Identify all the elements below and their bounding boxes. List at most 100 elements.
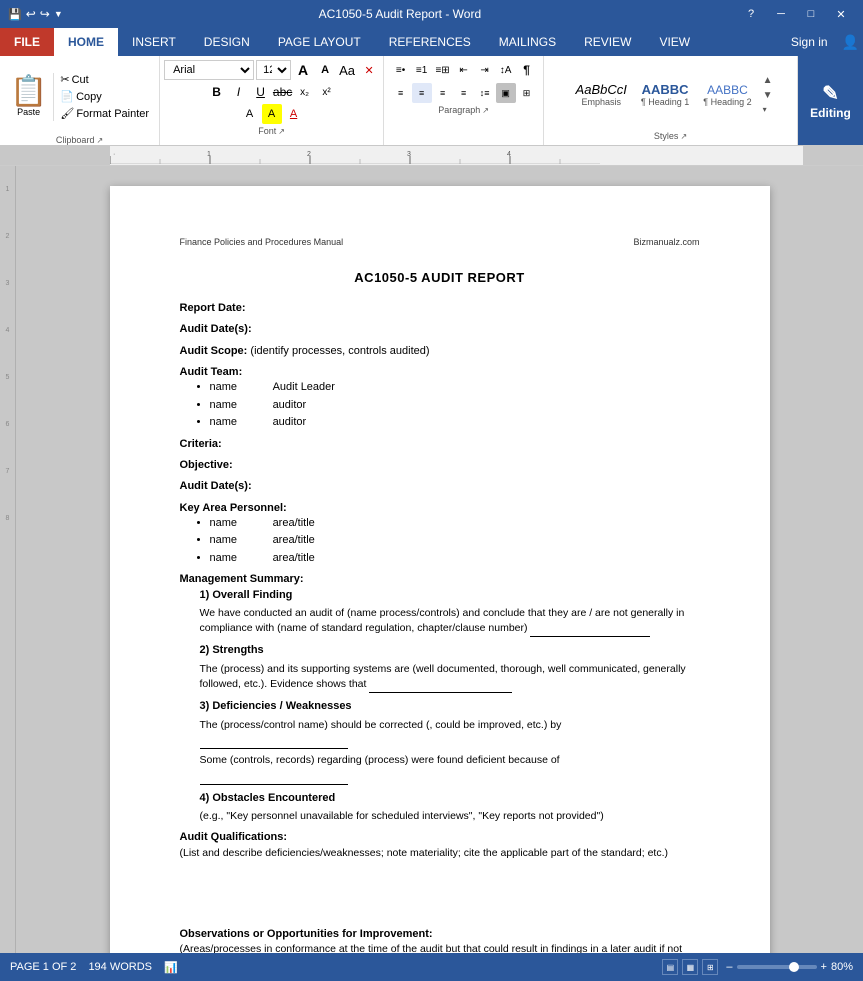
zoom-thumb[interactable] [789,962,799,972]
change-case-button[interactable]: Aa [337,60,357,80]
vertical-ruler: 1 2 3 4 5 6 7 8 [0,166,16,953]
tab-review[interactable]: REVIEW [570,28,645,56]
align-right-button[interactable]: ≡ [433,83,453,103]
align-left-button[interactable]: ≡ [391,83,411,103]
tab-file[interactable]: FILE [0,28,54,56]
obstacles-text: (e.g., "Key personnel unavailable for sc… [200,809,700,824]
font-expand-icon[interactable]: ↗ [278,127,285,136]
document-area[interactable]: Finance Policies and Procedures Manual B… [16,166,863,953]
user-icon: 👤 [838,34,863,51]
maximize-button[interactable]: □ [797,0,825,28]
style-heading2[interactable]: AABBC ¶ Heading 2 [696,61,758,129]
tab-page-layout[interactable]: PAGE LAYOUT [264,28,375,56]
sign-in-link[interactable]: Sign in [781,35,838,49]
word-count-icon[interactable]: 📊 [164,961,178,974]
shrink-font-button[interactable]: A [315,60,335,80]
paragraph-group-label: Paragraph ↗ [438,105,489,115]
font-color-button[interactable]: A [284,104,304,124]
font-size-selector[interactable]: 12 [256,60,291,80]
paste-icon: 📋 [10,77,47,107]
underline-button[interactable]: U [251,82,271,102]
font-name-row: Arial 12 A A Aa ✕ [164,60,379,80]
strikethrough-button[interactable]: abc [273,82,293,102]
read-mode-view[interactable]: ▦ [682,959,698,975]
format-painter-button[interactable]: 🖌 Format Painter [58,106,151,121]
redo-icon[interactable]: ↪ [40,7,50,21]
multilevel-list-button[interactable]: ≡⊞ [433,60,453,80]
close-button[interactable]: ✕ [827,0,855,28]
tab-design[interactable]: DESIGN [190,28,264,56]
justify-button[interactable]: ≡ [454,83,474,103]
style-heading1[interactable]: AABBC ¶ Heading 1 [634,61,696,129]
strengths-text: The (process) and its supporting systems… [200,662,700,693]
style-emphasis[interactable]: AaBbCcI Emphasis [569,61,634,129]
subscript-button[interactable]: x₂ [295,82,315,102]
deficiencies-heading: 3) Deficiencies / Weaknesses [200,699,700,714]
title-bar: 💾 ↩ ↪ ▼ AC1050-5 Audit Report - Word ? ─… [0,0,863,28]
criteria-row: Criteria: [180,437,700,452]
audit-scope-label: Audit Scope: [180,345,248,357]
tab-home[interactable]: HOME [54,28,118,56]
ruler-scale: 1 2 3 4 · [110,146,863,165]
help-button[interactable]: ? [737,0,765,28]
svg-text:2: 2 [307,151,311,158]
overall-finding-heading: 1) Overall Finding [200,588,700,603]
svg-text:4: 4 [507,151,511,158]
paste-label: Paste [17,107,40,117]
copy-button[interactable]: 📄 Copy [58,89,151,104]
zoom-in-button[interactable]: + [821,961,827,973]
numbered-list-button[interactable]: ≡1 [412,60,432,80]
show-marks-button[interactable]: ¶ [517,60,537,80]
obstacles-heading: 4) Obstacles Encountered [200,791,700,806]
shading-button[interactable]: ▣ [496,83,516,103]
italic-button[interactable]: I [229,82,249,102]
sort-button[interactable]: ↕A [496,60,516,80]
tab-mailings[interactable]: MAILINGS [485,28,570,56]
style-emphasis-name: Emphasis [581,97,621,107]
increase-indent-button[interactable]: ⇥ [475,60,495,80]
ruler-right-margin [803,146,863,165]
audit-scope-text: (identify processes, controls audited) [250,345,429,357]
styles-expand-icon[interactable]: ↗ [680,132,687,141]
line-spacing-button[interactable]: ↕≡ [475,83,495,103]
zoom-out-button[interactable]: – [726,961,732,973]
tab-references[interactable]: REFERENCES [375,28,485,56]
zoom-slider[interactable] [737,965,817,969]
page-info: PAGE 1 OF 2 [10,961,76,973]
text-highlight-button[interactable]: A [262,104,282,124]
superscript-button[interactable]: x² [317,82,337,102]
bold-button[interactable]: B [207,82,227,102]
paragraph-expand-icon[interactable]: ↗ [482,106,489,115]
styles-scroll-up[interactable]: ▲ [763,75,773,86]
quick-access-toolbar[interactable]: 💾 ↩ ↪ ▼ [8,7,63,21]
web-layout-view[interactable]: ⊞ [702,959,718,975]
audit-scope-row: Audit Scope: (identify processes, contro… [180,344,700,359]
decrease-indent-button[interactable]: ⇤ [454,60,474,80]
borders-button[interactable]: ⊞ [517,83,537,103]
document-page[interactable]: Finance Policies and Procedures Manual B… [110,186,770,953]
management-summary-label: Management Summary: [180,572,700,587]
bullet-list-button[interactable]: ≡• [391,60,411,80]
styles-content: AaBbCcI Emphasis AABBC ¶ Heading 1 AABBC… [569,60,773,129]
font-name-selector[interactable]: Arial [164,60,254,80]
tab-insert[interactable]: INSERT [118,28,190,56]
align-center-button[interactable]: ≡ [412,83,432,103]
save-icon[interactable]: 💾 [8,8,22,21]
paste-button[interactable]: 📋 Paste [4,73,54,121]
clipboard-expand-icon[interactable]: ↗ [96,136,103,145]
styles-more[interactable]: ▾ [763,105,773,114]
undo-icon[interactable]: ↩ [26,7,36,21]
minimize-button[interactable]: ─ [767,0,795,28]
text-effects-button[interactable]: A [240,104,260,124]
grow-font-button[interactable]: A [293,60,313,80]
style-heading2-preview: AABBC [707,83,748,97]
styles-scroll-down[interactable]: ▼ [763,90,773,101]
audit-qualifications-section: Audit Qualifications: (List and describe… [180,830,700,861]
cut-button[interactable]: ✂ Cut [58,72,151,87]
audit-dates-row: Audit Date(s): [180,322,700,337]
print-layout-view[interactable]: ▤ [662,959,678,975]
customize-icon[interactable]: ▼ [54,9,63,19]
clear-formatting-button[interactable]: ✕ [359,60,379,80]
tab-view[interactable]: VIEW [645,28,704,56]
observations-section: Observations or Opportunities for Improv… [180,927,700,953]
